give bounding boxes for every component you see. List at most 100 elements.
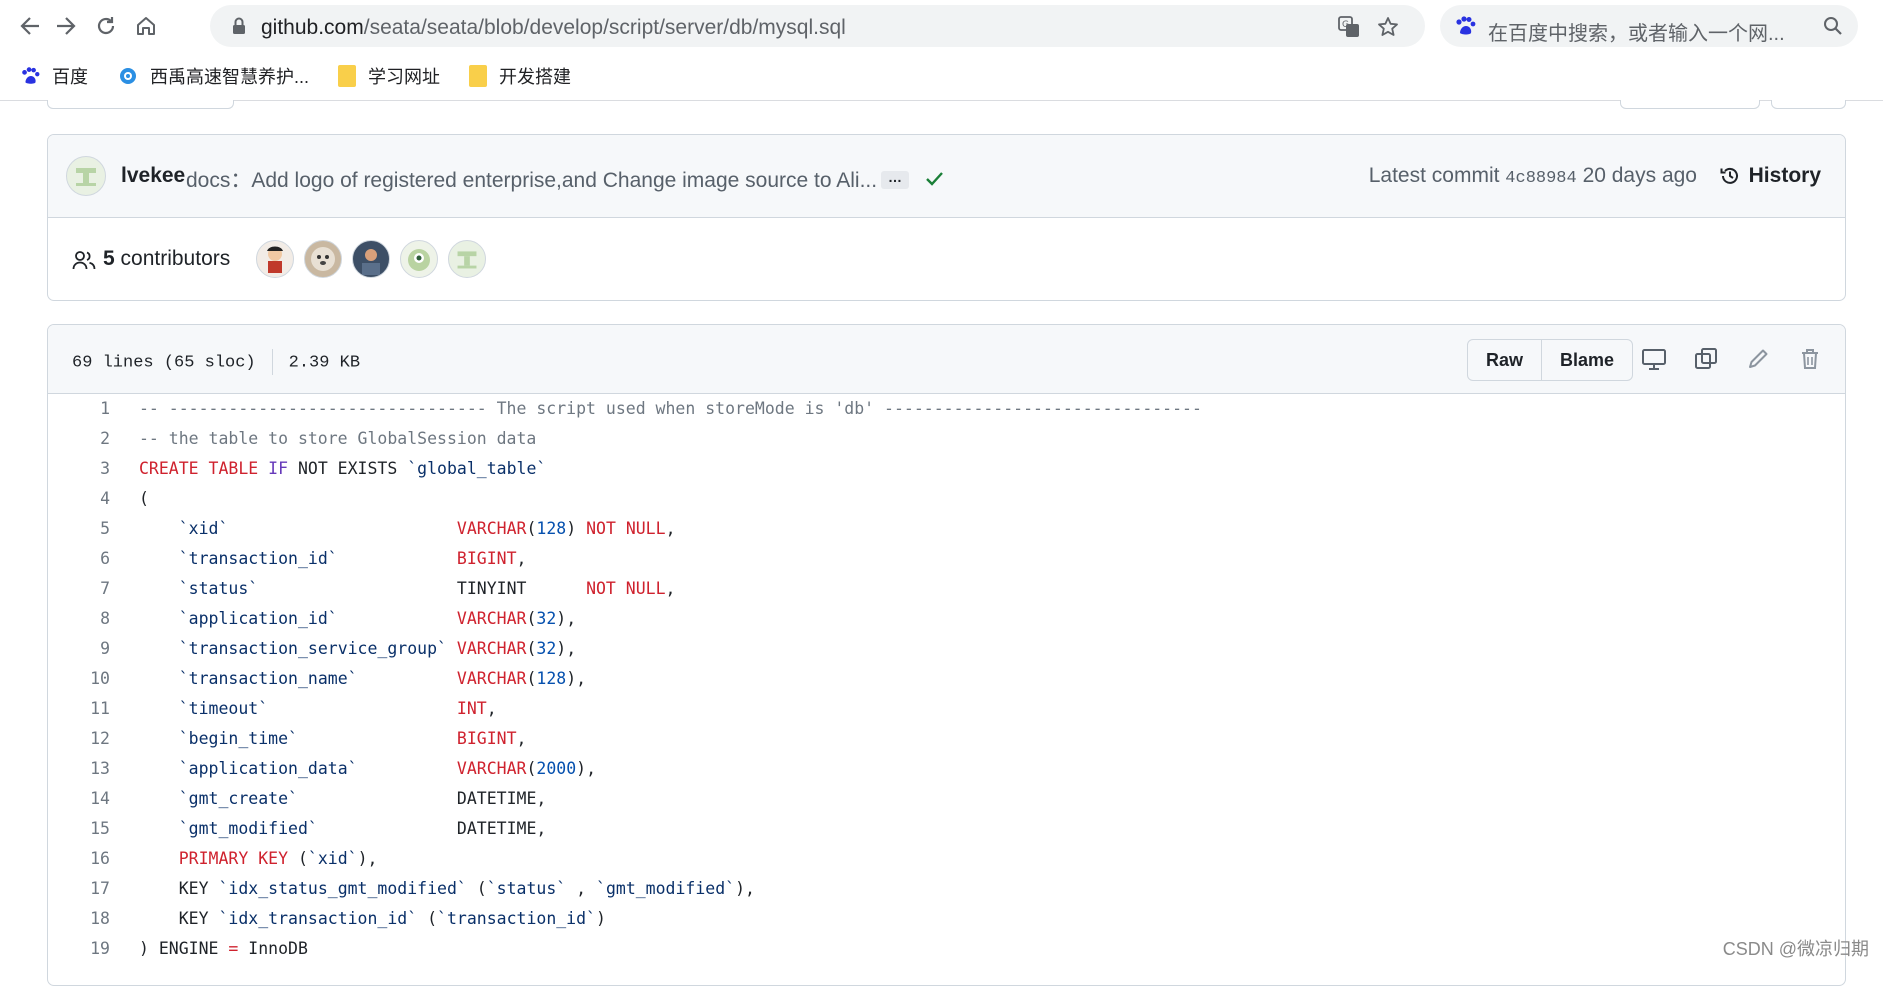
contributor-avatar-1[interactable] <box>256 240 294 278</box>
contributor-avatar-3[interactable] <box>352 240 390 278</box>
baidu-search-box[interactable]: 在百度中搜索，或者输入一个网... <box>1440 5 1858 47</box>
contributor-avatar-4[interactable] <box>400 240 438 278</box>
line-number[interactable]: 13 <box>48 754 110 784</box>
contributors-link[interactable]: 5 contributors <box>103 247 230 271</box>
commit-sha[interactable]: 4c88984 <box>1505 169 1576 188</box>
code-token: CREATE TABLE <box>139 459 269 478</box>
line-number[interactable]: 8 <box>48 604 110 634</box>
bookmark-folder-dev[interactable]: 开发搭建 <box>469 62 571 90</box>
contributors-label: contributors <box>120 247 231 270</box>
back-button[interactable] <box>14 10 46 42</box>
code-line: 9 `transaction_service_group` VARCHAR(32… <box>48 634 1845 664</box>
branch-selector-stub <box>47 100 234 109</box>
contributor-avatar-2[interactable] <box>304 240 342 278</box>
line-number[interactable]: 16 <box>48 844 110 874</box>
line-number[interactable]: 18 <box>48 904 110 934</box>
history-label: History <box>1748 164 1821 187</box>
line-source: CREATE TABLE IF NOT EXISTS `global_table… <box>139 454 546 484</box>
expand-commit-button[interactable]: … <box>881 170 909 189</box>
commit-message[interactable]: docs：Add logo of registered enterprise,a… <box>186 164 877 194</box>
line-number[interactable]: 19 <box>48 934 110 964</box>
contributor-avatar-5[interactable] <box>448 240 486 278</box>
code-token: `status` <box>178 579 259 598</box>
code-token: ), <box>556 639 577 658</box>
line-number[interactable]: 4 <box>48 484 110 514</box>
line-number[interactable]: 6 <box>48 544 110 574</box>
line-source: ( <box>139 484 149 514</box>
code-line: 17 KEY `idx_status_gmt_modified` (`statu… <box>48 874 1845 904</box>
bookmark-site[interactable]: 西禹高速智慧养护... <box>118 62 309 90</box>
code-token: `timeout` <box>178 699 269 718</box>
line-number[interactable]: 3 <box>48 454 110 484</box>
raw-blame-group: Raw Blame <box>1467 339 1634 381</box>
code-token: VARCHAR <box>456 669 527 688</box>
code-token: VARCHAR <box>456 639 527 658</box>
history-icon <box>1720 167 1738 184</box>
author-avatar[interactable] <box>66 156 106 196</box>
line-source: `application_id` VARCHAR(32), <box>139 604 576 634</box>
forward-button[interactable] <box>50 10 82 42</box>
code-line: 19) ENGINE = InnoDB <box>48 934 1845 964</box>
raw-button[interactable]: Raw <box>1468 340 1541 380</box>
desktop-icon[interactable] <box>1640 345 1668 373</box>
blame-button[interactable]: Blame <box>1541 340 1632 380</box>
line-number[interactable]: 2 <box>48 424 110 454</box>
search-icon[interactable] <box>1822 15 1844 37</box>
line-source: `begin_time` BIGINT, <box>139 724 527 754</box>
identicon-icon <box>76 168 96 186</box>
check-icon[interactable] <box>923 167 945 189</box>
code-token: INT <box>456 699 487 718</box>
line-number[interactable]: 17 <box>48 874 110 904</box>
copy-icon[interactable] <box>1692 345 1720 373</box>
line-number[interactable]: 12 <box>48 724 110 754</box>
bookmark-label: 西禹高速智慧养护... <box>150 67 310 87</box>
arrow-left-icon <box>20 17 39 35</box>
code-line: 5 `xid` VARCHAR(128) NOT NULL, <box>48 514 1845 544</box>
code-token: ( <box>526 609 537 628</box>
code-token: `idx_status_gmt_modified` <box>218 879 467 898</box>
site-globe-icon <box>120 68 136 84</box>
file-viewer: 69 lines (65 sloc) 2.39 KB Raw Blame 1 -- … <box>47 324 1846 986</box>
line-number[interactable]: 7 <box>48 574 110 604</box>
code-token: ), <box>576 759 597 778</box>
line-number[interactable]: 9 <box>48 634 110 664</box>
code-line: 8 `application_id` VARCHAR(32), <box>48 604 1845 634</box>
more-options-stub <box>1771 100 1846 109</box>
divider <box>271 349 273 375</box>
watermark: CSDN @微凉归期 <box>1722 939 1869 959</box>
browser-toolbar: github.com/seata/seata/blob/develop/scri… <box>0 0 1883 52</box>
home-button[interactable] <box>130 10 162 42</box>
file-size: 2.39 KB <box>288 353 361 373</box>
line-number[interactable]: 10 <box>48 664 110 694</box>
code-line: 14 `gmt_create` DATETIME, <box>48 784 1845 814</box>
line-source: `gmt_create` DATETIME, <box>139 784 547 814</box>
address-bar[interactable]: github.com/seata/seata/blob/develop/scri… <box>210 5 1425 47</box>
code-line: 6 `transaction_id` BIGINT, <box>48 544 1845 574</box>
avatar-dog-icon <box>311 247 335 271</box>
code-token: ( <box>417 909 438 928</box>
url-host: github.com <box>261 16 364 39</box>
line-number[interactable]: 1 <box>48 394 110 424</box>
baidu-paw-icon <box>22 67 40 84</box>
pencil-icon[interactable] <box>1744 345 1772 373</box>
commit-author[interactable]: lvekee <box>121 164 185 188</box>
people-icon <box>72 251 96 270</box>
line-number[interactable]: 5 <box>48 514 110 544</box>
code-token: `transaction_id` <box>178 549 338 568</box>
line-number[interactable]: 14 <box>48 784 110 814</box>
trash-icon[interactable] <box>1796 345 1824 373</box>
line-number[interactable]: 11 <box>48 694 110 724</box>
line-number[interactable]: 15 <box>48 814 110 844</box>
reload-button[interactable] <box>90 10 122 42</box>
star-icon[interactable] <box>1376 15 1400 39</box>
history-link[interactable]: History <box>1719 161 1821 191</box>
translate-icon[interactable]: G <box>1337 15 1361 39</box>
code-token: , <box>665 519 676 538</box>
bookmark-folder-study[interactable]: 学习网址 <box>338 62 440 90</box>
bookmark-baidu[interactable]: 百度 <box>20 62 88 90</box>
